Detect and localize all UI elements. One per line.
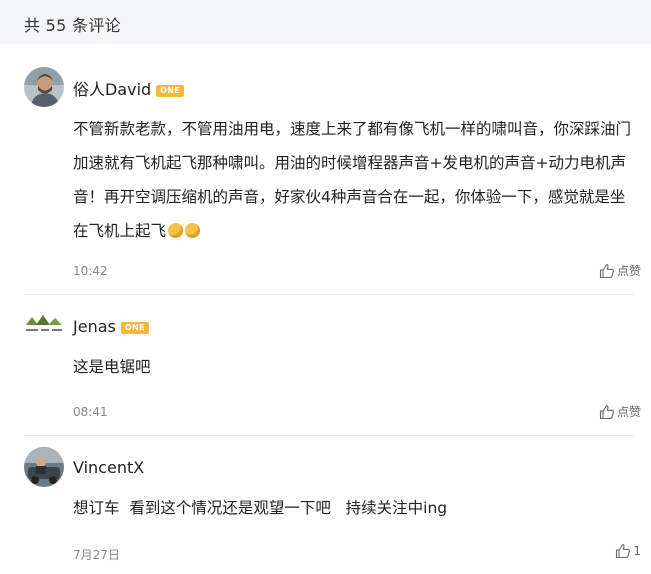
laughing-crying-emoji-icon <box>185 223 201 238</box>
comment-text: 想订车 看到这个情况还是观望一下吧 持续关注中ing <box>73 499 448 517</box>
like-button[interactable]: 点赞 <box>599 262 641 279</box>
username[interactable]: Jenas ONE <box>73 317 149 336</box>
divider <box>24 435 634 436</box>
thumbs-up-icon <box>599 263 614 278</box>
like-count: 1 <box>633 544 641 558</box>
comment-text: 不管新款老款，不管用油用电，速度上来了都有像飞机一样的啸叫音，你深踩油门加速就有… <box>73 120 632 240</box>
thumbs-up-icon <box>599 404 614 419</box>
comment-time: 08:41 <box>73 405 108 419</box>
comment-time: 7月27日 <box>73 548 120 562</box>
thumbs-up-icon <box>616 543 631 559</box>
username[interactable]: 俗人David ONE <box>73 76 185 100</box>
comments-header: 共 55 条评论 <box>0 0 651 44</box>
avatar[interactable] <box>24 307 64 347</box>
username[interactable]: VincentX <box>73 458 144 477</box>
like-button[interactable]: 1 <box>615 543 641 559</box>
laughing-crying-emoji-icon <box>168 223 184 238</box>
comment-text: 这是电锯吧 <box>73 358 151 376</box>
divider <box>24 294 634 295</box>
comment-time: 10:42 <box>73 264 108 278</box>
member-badge: ONE <box>120 322 149 334</box>
avatar[interactable] <box>24 447 64 487</box>
member-badge: ONE <box>156 85 185 97</box>
avatar[interactable] <box>24 67 64 107</box>
like-button[interactable]: 点赞 <box>599 403 641 420</box>
comment-count-title: 共 55 条评论 <box>24 16 121 35</box>
